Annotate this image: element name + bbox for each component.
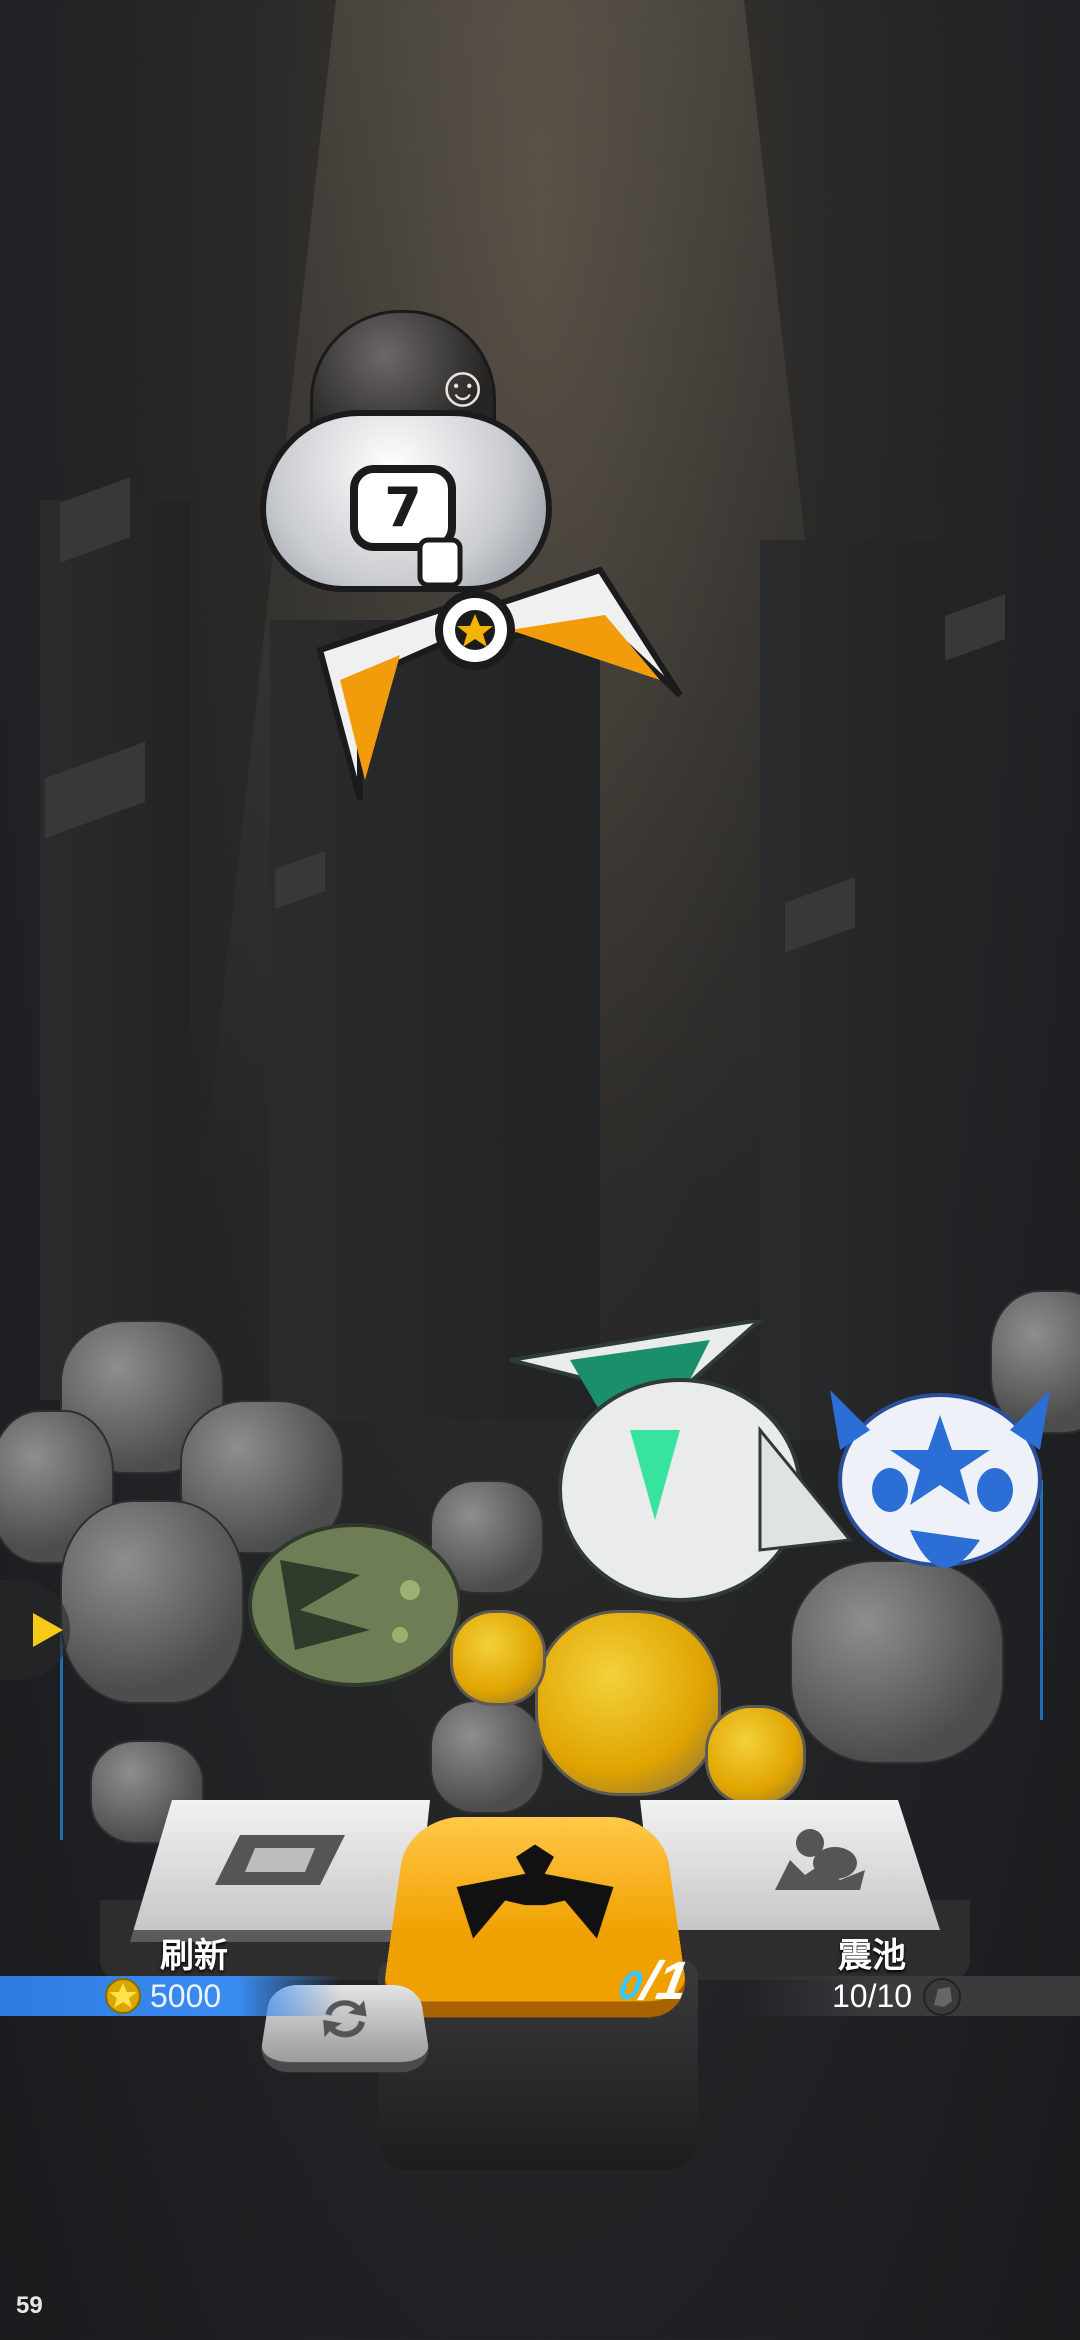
control-panel: 刷新 震池 5000 10/10 0/1 — [0, 1780, 1080, 2180]
game-scene: ☺ 7 刷新 震池 5000 10/10 0/1 59 — [0, 0, 1080, 2340]
pool-button[interactable] — [640, 1800, 940, 1930]
refresh-cost: 5000 — [150, 1978, 222, 2014]
floating-cube — [945, 594, 1005, 661]
camo-egg-icon — [248, 1523, 460, 1687]
refresh-button[interactable] — [130, 1800, 430, 1942]
claw-arm-icon — [316, 537, 683, 801]
gold-ore — [535, 1610, 721, 1796]
ore-icon — [923, 1978, 961, 2016]
refresh-box-icon — [215, 1835, 345, 1885]
green-mech-head-icon — [510, 1320, 853, 1602]
pool-pile-icon — [775, 1829, 865, 1890]
fps-counter: 59 — [16, 2292, 43, 2319]
blue-spiked-pod-icon — [830, 1390, 1050, 1568]
pool-count: 10/10 — [832, 1978, 913, 2014]
gold-star-coin-icon — [105, 1978, 141, 2014]
grab-count: 0/1 — [615, 1950, 693, 2012]
pool-label: 震池 — [838, 1936, 906, 1976]
background-pillar — [760, 540, 950, 1440]
rock — [60, 1500, 244, 1704]
play-arrow-icon — [33, 1613, 63, 1647]
background-pillar — [40, 500, 190, 1400]
refresh-label: 刷新 — [160, 1936, 228, 1976]
claw-icon — [452, 1844, 618, 1939]
gold-ore — [450, 1610, 546, 1706]
